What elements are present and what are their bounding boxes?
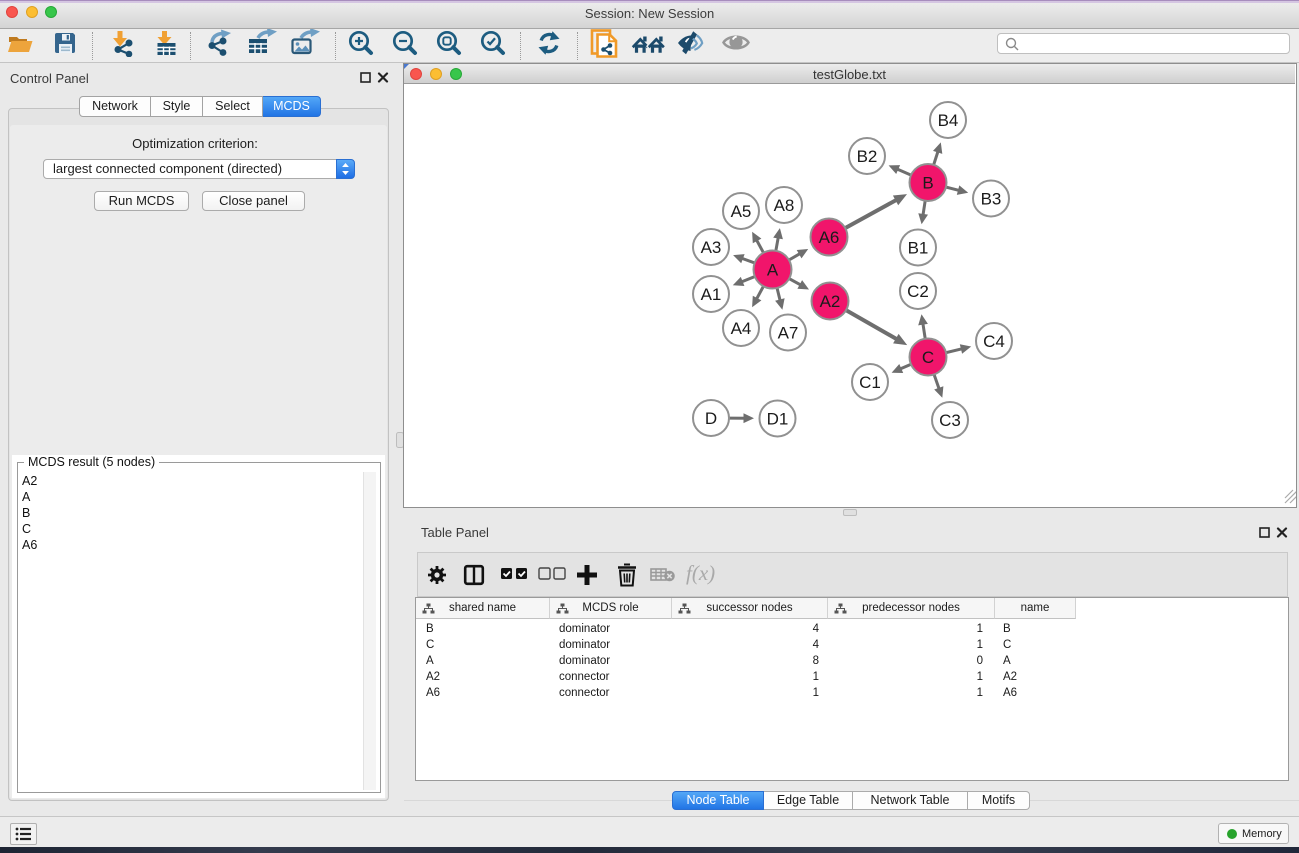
svg-text:A3: A3	[701, 238, 722, 257]
svg-text:A6: A6	[819, 228, 840, 247]
svg-text:C1: C1	[859, 373, 881, 392]
svg-text:A1: A1	[701, 285, 722, 304]
svg-text:C4: C4	[983, 332, 1005, 351]
svg-text:B2: B2	[857, 147, 878, 166]
svg-text:D: D	[705, 409, 717, 428]
svg-text:A7: A7	[778, 324, 799, 343]
svg-text:B4: B4	[938, 111, 959, 130]
svg-text:D1: D1	[767, 410, 789, 429]
svg-text:C: C	[922, 348, 934, 367]
svg-text:A2: A2	[820, 292, 841, 311]
svg-text:A: A	[767, 261, 779, 280]
svg-text:C3: C3	[939, 411, 961, 430]
svg-text:B1: B1	[908, 239, 929, 258]
svg-text:A8: A8	[774, 196, 795, 215]
svg-text:B3: B3	[981, 190, 1002, 209]
svg-text:C2: C2	[907, 282, 929, 301]
svg-text:A4: A4	[731, 319, 752, 338]
svg-text:A5: A5	[731, 202, 752, 221]
svg-text:B: B	[922, 174, 933, 193]
